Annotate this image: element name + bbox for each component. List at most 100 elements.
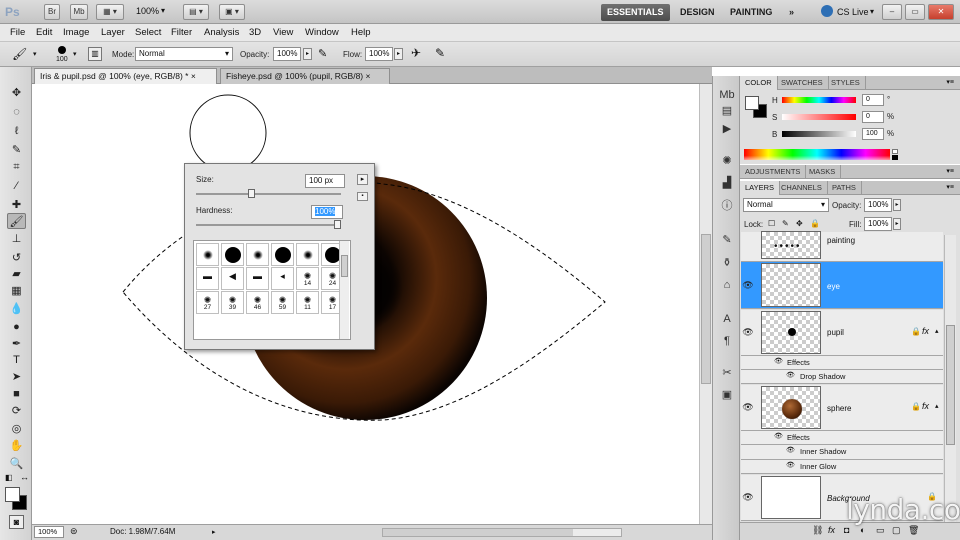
effect-eye-icon[interactable]: 👁 bbox=[786, 461, 795, 469]
close-button[interactable]: ✕ bbox=[928, 4, 954, 20]
brush-tool-icon[interactable]: 🖌 bbox=[7, 213, 26, 229]
brush-preset-swatch[interactable]: ✺ 46 bbox=[246, 291, 269, 314]
status-zoom-field[interactable]: 100% bbox=[34, 526, 64, 538]
link-layers-icon[interactable]: ⛓ bbox=[812, 525, 823, 536]
effects-eye-icon[interactable]: 👁 bbox=[774, 357, 783, 365]
color-ramp[interactable] bbox=[744, 149, 890, 160]
tab-color[interactable]: COLOR bbox=[740, 76, 778, 90]
brush-preview-icon[interactable] bbox=[58, 46, 66, 54]
layers-menu-icon[interactable]: ▾≡ bbox=[946, 183, 954, 191]
vertical-scroll-thumb[interactable] bbox=[701, 234, 711, 384]
fill-arrow-icon[interactable]: ▸ bbox=[893, 218, 901, 230]
actions-icon[interactable]: ▶ bbox=[719, 122, 735, 136]
opacity-slider-arrow-icon[interactable]: ▸ bbox=[303, 48, 312, 60]
hand-tool-icon[interactable]: ✋ bbox=[7, 438, 26, 454]
hardness-field[interactable]: 100% bbox=[311, 205, 343, 219]
zoom-tool-icon[interactable]: 🔍 bbox=[7, 456, 26, 472]
lock-image-icon[interactable]: ✎ bbox=[782, 219, 789, 228]
zoom-dropdown-icon[interactable]: ▾ bbox=[161, 6, 165, 15]
tool-presets-icon[interactable]: ✂ bbox=[719, 366, 735, 380]
preset-scroll-thumb[interactable] bbox=[341, 255, 348, 277]
layer-fx-badge[interactable]: fx bbox=[922, 401, 929, 411]
menu-window[interactable]: Window bbox=[305, 27, 339, 38]
brush-tool-preset-icon[interactable]: 🖌 bbox=[12, 47, 27, 61]
marquee-tool-icon[interactable]: ◌ bbox=[7, 104, 26, 120]
brush-preset-swatch[interactable]: ✺ 39 bbox=[221, 291, 244, 314]
workspace-painting[interactable]: PAINTING bbox=[724, 4, 778, 21]
hardness-slider-thumb[interactable] bbox=[334, 220, 341, 229]
saturation-field[interactable]: 0 bbox=[862, 111, 884, 123]
mini-bridge-button[interactable]: Mb bbox=[70, 4, 88, 20]
status-info-icon[interactable]: ⊜ bbox=[70, 526, 78, 537]
layer-fx-badge[interactable]: fx bbox=[922, 326, 929, 336]
menu-edit[interactable]: Edit bbox=[36, 27, 52, 38]
tab-paths[interactable]: PATHS bbox=[827, 181, 862, 195]
brush-preset-swatch[interactable] bbox=[221, 243, 244, 266]
tab-fisheye[interactable]: Fisheye.psd @ 100% (pupil, RGB/8) × bbox=[220, 68, 390, 84]
canvas-vertical-scrollbar[interactable] bbox=[699, 84, 712, 525]
layer-row-eye[interactable]: 👁 eye bbox=[741, 262, 943, 309]
menu-3d[interactable]: 3D bbox=[249, 27, 261, 38]
menu-view[interactable]: View bbox=[273, 27, 293, 38]
flow-slider-arrow-icon[interactable]: ▸ bbox=[394, 48, 403, 60]
tab-masks[interactable]: MASKS bbox=[804, 165, 842, 179]
dodge-tool-icon[interactable]: ● bbox=[7, 319, 26, 335]
effect-inner-glow[interactable]: 👁 Inner Glow bbox=[741, 460, 943, 474]
brush-preset-swatch[interactable] bbox=[196, 243, 219, 266]
effect-inner-shadow[interactable]: 👁 Inner Shadow bbox=[741, 445, 943, 460]
brush-preset-swatch[interactable]: ✺ 14 bbox=[296, 267, 319, 290]
hue-field[interactable]: 0 bbox=[862, 94, 884, 106]
brightness-slider[interactable] bbox=[782, 131, 856, 137]
saturation-slider[interactable] bbox=[782, 114, 856, 120]
new-preset-icon[interactable]: ▪ bbox=[357, 192, 368, 201]
new-layer-icon[interactable]: ▢ bbox=[892, 525, 901, 536]
flow-field[interactable]: 100% bbox=[365, 47, 393, 61]
layer-row-sphere[interactable]: 👁 sphere 🔒 fx ▴ bbox=[741, 385, 943, 431]
brush-preset-swatch[interactable] bbox=[296, 243, 319, 266]
crop-tool-icon[interactable]: ⌗ bbox=[7, 159, 26, 175]
layer-opacity-field[interactable]: 100% bbox=[864, 198, 892, 212]
tab-styles[interactable]: STYLES bbox=[826, 76, 866, 90]
foreground-color-swatch[interactable] bbox=[5, 487, 20, 502]
lock-transparent-icon[interactable]: ☐ bbox=[768, 219, 775, 228]
visibility-eye-icon[interactable]: 👁 bbox=[742, 327, 754, 338]
paragraph-icon[interactable]: ¶ bbox=[719, 334, 735, 348]
screen-mode-button[interactable]: ▣ ▾ bbox=[219, 4, 245, 20]
tab-iris-pupil[interactable]: Iris & pupil.psd @ 100% (eye, RGB/8) * × bbox=[34, 68, 217, 84]
history-brush-tool-icon[interactable]: ↺ bbox=[7, 250, 26, 266]
blend-mode-select[interactable]: Normal ▾ bbox=[743, 198, 829, 212]
zoom-level[interactable]: 100% bbox=[136, 6, 159, 16]
color-panel-menu-icon[interactable]: ▾≡ bbox=[946, 78, 954, 86]
brush-panel-toggle-icon[interactable]: ▥ bbox=[88, 47, 102, 61]
bridge-button[interactable]: Br bbox=[44, 4, 60, 20]
fx-expand-icon[interactable]: ▴ bbox=[935, 327, 939, 335]
black-chip[interactable] bbox=[892, 155, 898, 160]
blur-tool-icon[interactable]: 💧 bbox=[7, 301, 26, 317]
menu-select[interactable]: Select bbox=[135, 27, 161, 38]
brush-preset-swatch[interactable]: ✺ 27 bbox=[196, 291, 219, 314]
tab-close-icon[interactable]: × bbox=[191, 71, 196, 81]
shape-tool-icon[interactable]: ■ bbox=[7, 386, 26, 402]
brush-panel-icon[interactable]: ✎ bbox=[719, 233, 735, 247]
cs-live-dropdown-icon[interactable]: ▾ bbox=[870, 7, 874, 16]
lock-position-icon[interactable]: ✥ bbox=[796, 219, 803, 228]
fx-expand-icon[interactable]: ▴ bbox=[935, 402, 939, 410]
tab-swatches[interactable]: SWATCHES bbox=[776, 76, 829, 90]
eyedropper-tool-icon[interactable]: ⁄ bbox=[7, 178, 26, 194]
foreground-color-chip[interactable] bbox=[745, 96, 759, 110]
horizontal-scroll-thumb[interactable] bbox=[383, 529, 573, 536]
tablet-size-icon[interactable]: ✎ bbox=[435, 46, 451, 62]
tab-channels[interactable]: CHANNELS bbox=[776, 181, 828, 195]
pen-tool-icon[interactable]: ✒ bbox=[7, 336, 26, 352]
gradient-tool-icon[interactable]: ▦ bbox=[7, 283, 26, 299]
horizontal-scrollbar[interactable] bbox=[382, 528, 622, 537]
info-icon[interactable]: ⓘ bbox=[719, 199, 735, 213]
adjustment-layer-icon[interactable]: ◐ bbox=[860, 525, 865, 535]
tab-close-icon[interactable]: × bbox=[366, 71, 371, 81]
quick-selection-tool-icon[interactable]: ✎ bbox=[7, 142, 26, 158]
brush-preset-swatch[interactable]: ◂ bbox=[271, 267, 294, 290]
effect-drop-shadow[interactable]: 👁 Drop Shadow bbox=[741, 370, 943, 384]
tool-preset-dropdown-icon[interactable]: ▾ bbox=[33, 50, 37, 58]
3d-rotate-tool-icon[interactable]: ⟳ bbox=[7, 403, 26, 419]
hardness-slider-track[interactable] bbox=[196, 224, 341, 226]
